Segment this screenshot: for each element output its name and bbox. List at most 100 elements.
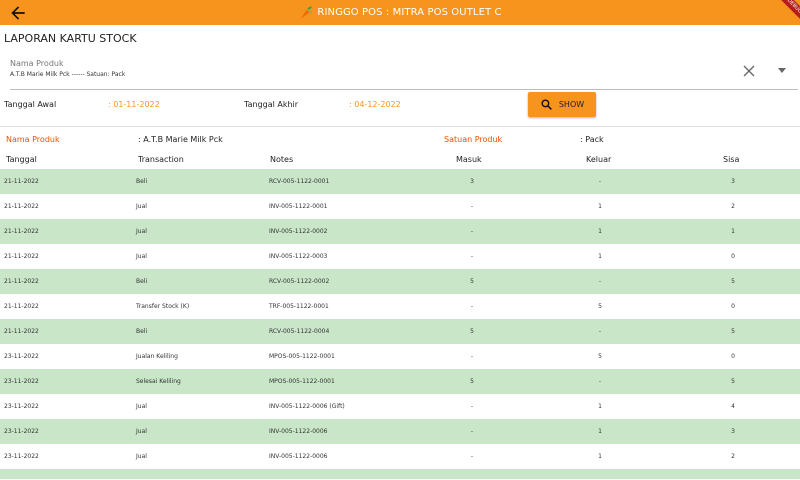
cell-sisa: 1 xyxy=(731,228,735,235)
table-header: Tanggal Transaction Notes Masuk Keluar S… xyxy=(0,152,800,170)
cell-keluar: 5 xyxy=(598,303,602,310)
section-divider xyxy=(0,126,800,127)
column-header-tanggal: Tanggal xyxy=(6,155,37,164)
cell-keluar: - xyxy=(598,178,602,185)
cell-masuk: 5 xyxy=(470,278,474,285)
cell-masuk: - xyxy=(470,428,474,435)
start-date-label: Tanggal Awal xyxy=(4,100,57,109)
cell-notes: TRF-005-1122-0001 xyxy=(269,303,329,310)
cell-transaction: Beli xyxy=(136,178,148,185)
product-unit-value: : Pack xyxy=(580,135,604,144)
search-icon xyxy=(541,99,552,110)
product-name-key: Nama Produk xyxy=(6,135,60,144)
cell-date: 21-11-2022 xyxy=(4,303,39,310)
cell-date: 23-11-2022 xyxy=(4,453,39,460)
column-header-sisa: Sisa xyxy=(723,155,740,164)
column-header-transaction: Transaction xyxy=(138,155,184,164)
cell-transaction: Jualan Keliling xyxy=(136,353,178,360)
cell-sisa: 0 xyxy=(731,303,735,310)
cell-date: 23-11-2022 xyxy=(4,353,39,360)
app-bar: RINGGO POS : MITRA POS OUTLET C DEBUG xyxy=(0,0,800,25)
cell-date: 23-11-2022 xyxy=(4,428,39,435)
cell-keluar: - xyxy=(598,328,602,335)
table-row: 21-11-2022 Transfer Stock (K) TRF-005-1122… xyxy=(0,294,800,319)
cell-transaction: Jual xyxy=(136,403,147,410)
end-date-label: Tanggal Akhir xyxy=(244,100,299,109)
cell-transaction: Jual xyxy=(136,228,147,235)
start-date-field[interactable]: : 01-11-2022 xyxy=(108,100,160,109)
table-row: 23-11-2022 Jual INV-005-1122-0006 - 1 3 xyxy=(0,419,800,444)
cell-keluar: 1 xyxy=(598,428,602,435)
table-row: 23-11-2022 Jualan Keliling MPOS-005-1122-0… xyxy=(0,344,800,369)
product-field-underline xyxy=(10,89,798,90)
cell-notes: INV-005-1122-0002 xyxy=(269,228,328,235)
cell-date: 21-11-2022 xyxy=(4,228,39,235)
cell-keluar: 1 xyxy=(598,253,602,260)
cell-notes: INV-005-1122-0001 xyxy=(269,203,328,210)
table-row: 21-11-2022 Jual INV-005-1122-0001 - 1 2 xyxy=(0,194,800,219)
cell-notes: INV-005-1122-0006 xyxy=(269,453,328,460)
cell-transaction: Jual xyxy=(136,203,147,210)
cell-date: 21-11-2022 xyxy=(4,253,39,260)
cell-sisa: 2 xyxy=(731,453,735,460)
show-button[interactable]: SHOW xyxy=(528,92,596,117)
cell-masuk: - xyxy=(470,353,474,360)
cell-date: 21-11-2022 xyxy=(4,203,39,210)
column-header-notes: Notes xyxy=(270,155,294,164)
cell-keluar: 5 xyxy=(598,353,602,360)
cell-keluar: 1 xyxy=(598,203,602,210)
app-title: RINGGO POS : MITRA POS OUTLET C xyxy=(317,7,502,18)
product-dropdown-value[interactable]: A.T.B Marie Milk Pck ------ Satuan: Pack xyxy=(10,71,125,78)
show-button-label: SHOW xyxy=(558,100,585,109)
cell-transaction: Transfer Stock (K) xyxy=(136,303,190,310)
column-header-masuk: Masuk xyxy=(456,155,482,164)
table-row: 23-11-2022 Jual INV-005-1122-0006 - 1 2 xyxy=(0,444,800,469)
cell-sisa: 0 xyxy=(731,253,735,260)
cell-masuk: - xyxy=(470,253,474,260)
cell-notes: MPOS-005-1122-0001 xyxy=(269,353,335,360)
product-unit-key: Satuan Produk xyxy=(444,135,503,144)
caret-down-icon[interactable] xyxy=(778,68,786,73)
app-bar-title-group: RINGGO POS : MITRA POS OUTLET C xyxy=(0,0,800,25)
table-row-partial xyxy=(0,469,800,479)
carrot-logo-icon xyxy=(301,6,313,19)
cell-masuk: 5 xyxy=(470,378,474,385)
end-date-field[interactable]: : 04-12-2022 xyxy=(349,100,401,109)
cell-transaction: Jual xyxy=(136,453,147,460)
cell-keluar: 1 xyxy=(598,453,602,460)
cell-masuk: 5 xyxy=(470,328,474,335)
stock-card-table: 21-11-2022 Beli RCV-005-1122-0001 3-3 21-11-… xyxy=(0,169,800,479)
cell-transaction: Jual xyxy=(136,253,147,260)
cell-sisa: 5 xyxy=(731,278,735,285)
cell-masuk: - xyxy=(470,403,474,410)
table-row: 21-11-2022 Beli RCV-005-1122-0002 5 - 5 xyxy=(0,269,800,294)
cell-sisa: 5 xyxy=(731,378,735,385)
cell-transaction: Beli xyxy=(136,328,148,335)
cell-notes: RCV-005-1122-0002 xyxy=(269,278,330,285)
cell-keluar: 1 xyxy=(598,403,602,410)
product-name-value: : A.T.B Marie Milk Pck xyxy=(138,135,223,144)
cell-masuk: - xyxy=(470,303,474,310)
cell-sisa: 3 xyxy=(731,178,735,185)
table-row: 21-11-2022 Beli RCV-005-1122-0001 3 - 3 xyxy=(0,169,800,194)
cell-transaction: Selesai Keliling xyxy=(136,378,181,385)
cell-masuk: - xyxy=(470,203,474,210)
column-header-keluar: Keluar xyxy=(586,155,612,164)
close-icon[interactable] xyxy=(742,64,756,78)
cell-sisa: 2 xyxy=(731,203,735,210)
cell-date: 23-11-2022 xyxy=(4,378,39,385)
cell-transaction: Jual xyxy=(136,428,147,435)
cell-keluar: - xyxy=(598,278,602,285)
cell-transaction: Beli xyxy=(136,278,148,285)
cell-notes: RCV-005-1122-0001 xyxy=(269,178,330,185)
table-row: 21-11-2022 Jual INV-005-1122-0002 - 1 1 xyxy=(0,219,800,244)
cell-notes: INV-005-1122-0006 xyxy=(269,428,328,435)
table-row: 23-11-2022 Jual INV-005-1122-0006 (Gift) - 1… xyxy=(0,394,800,419)
cell-sisa: 5 xyxy=(731,328,735,335)
cell-masuk: - xyxy=(470,453,474,460)
cell-keluar: 1 xyxy=(598,228,602,235)
cell-notes: RCV-005-1122-0004 xyxy=(269,328,330,335)
table-row: 23-11-2022 Selesai Keliling MPOS-005-1122-… xyxy=(0,369,800,394)
cell-notes: INV-005-1122-0006 (Gift) xyxy=(269,403,345,410)
table-row: 21-11-2022 Beli RCV-005-1122-0004 5 - 5 xyxy=(0,319,800,344)
